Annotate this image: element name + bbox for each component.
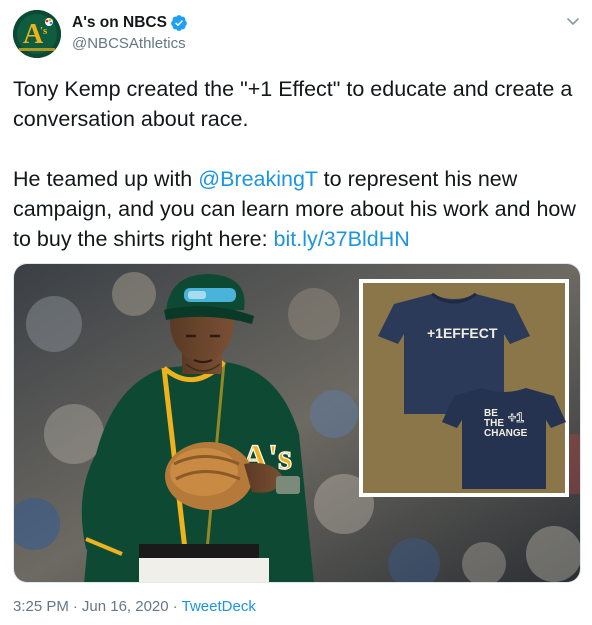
verified-badge-icon — [171, 15, 187, 31]
tweet-date[interactable]: Jun 16, 2020 — [82, 598, 169, 615]
name-row: A's on NBCS — [72, 14, 188, 32]
tweet-text-segment: He teamed up with — [13, 167, 199, 191]
url-link[interactable]: bit.ly/37BldHN — [274, 227, 410, 251]
avatar[interactable]: A 's — [13, 10, 61, 58]
tweet-text: Tony Kemp created the "+1 Effect" to edu… — [13, 74, 579, 254]
shirt-front-text: +1EFFECT — [427, 325, 498, 341]
tweet-time-value: 3:25 PM — [13, 598, 69, 615]
tweet-source-link[interactable]: TweetDeck — [182, 598, 256, 615]
meta-separator: · — [172, 598, 178, 615]
tweet-meta: 3:25 PM · Jun 16, 2020 · TweetDeck — [13, 598, 256, 615]
tweet-card: A 's A's on NBCS @NBCSAthletics Tony Kem… — [0, 0, 592, 625]
account-handle[interactable]: @NBCSAthletics — [72, 35, 186, 52]
chevron-down-icon[interactable] — [565, 13, 581, 29]
display-name[interactable]: A's on NBCS — [72, 14, 167, 32]
meta-separator: · — [72, 598, 78, 615]
photo-image: A's +1EFFECT BE THE CHANGE +1 — [14, 264, 580, 582]
tweet-paragraph-2: He teamed up with @BreakingT to represen… — [13, 164, 579, 254]
tweet-paragraph-1: Tony Kemp created the "+1 Effect" to edu… — [13, 77, 573, 131]
svg-text:'s: 's — [40, 25, 48, 37]
shirt-back-line-3: CHANGE — [484, 428, 528, 439]
shirt-back-mark: +1 — [508, 409, 524, 425]
shirt-product-panel: +1EFFECT BE THE CHANGE +1 — [359, 279, 569, 497]
athletics-logo-icon: A 's — [13, 10, 61, 58]
mention-link[interactable]: @BreakingT — [198, 167, 317, 191]
tweet-photo[interactable]: A's +1EFFECT BE THE CHANGE +1 — [13, 263, 581, 583]
tweet-time[interactable]: 3:25 PM — [13, 598, 69, 615]
